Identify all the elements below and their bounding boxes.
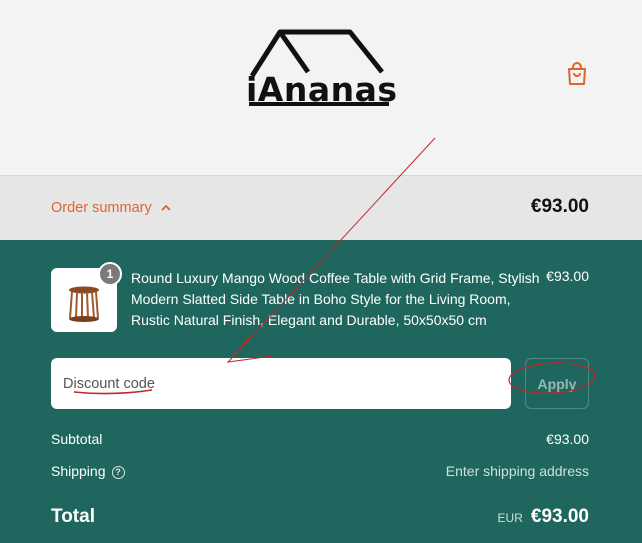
currency-code: EUR <box>497 511 523 525</box>
line-item: 1 Round Luxury Mango Wood Coffee Table w… <box>51 262 591 334</box>
subtotal-row: Subtotal €93.00 <box>51 431 589 447</box>
chevron-up-icon <box>161 204 171 211</box>
cart-button[interactable] <box>563 60 591 88</box>
quantity-badge: 1 <box>98 262 122 286</box>
order-summary-label: Order summary <box>51 200 152 216</box>
total-row: Total EUR €93.00 <box>51 506 589 528</box>
brand-logo[interactable]: iAnanas <box>246 26 398 109</box>
shipping-row: Shipping? Enter shipping address <box>51 463 589 479</box>
order-summary-toggle[interactable]: Order summary <box>51 200 172 216</box>
total-value: €93.00 <box>530 506 589 527</box>
site-header: iAnanas <box>0 0 642 175</box>
product-price: €93.00 <box>546 268 589 284</box>
apply-discount-button[interactable]: Apply <box>525 358 589 409</box>
brand-name: iAnanas <box>246 70 398 109</box>
shopping-bag-icon <box>568 62 586 85</box>
shipping-label: Shipping <box>51 463 106 479</box>
order-summary-total: €93.00 <box>530 196 589 217</box>
discount-code-input[interactable] <box>51 358 511 409</box>
total-label: Total <box>51 506 95 527</box>
help-icon[interactable]: ? <box>111 465 125 479</box>
product-title: Round Luxury Mango Wood Coffee Table wit… <box>131 270 540 328</box>
subtotal-value: €93.00 <box>546 431 589 447</box>
subtotal-label: Subtotal <box>51 431 103 447</box>
order-summary-bar: Order summary €93.00 <box>0 175 642 240</box>
arrow-head-stroke <box>231 333 253 359</box>
shipping-value: Enter shipping address <box>445 463 589 479</box>
